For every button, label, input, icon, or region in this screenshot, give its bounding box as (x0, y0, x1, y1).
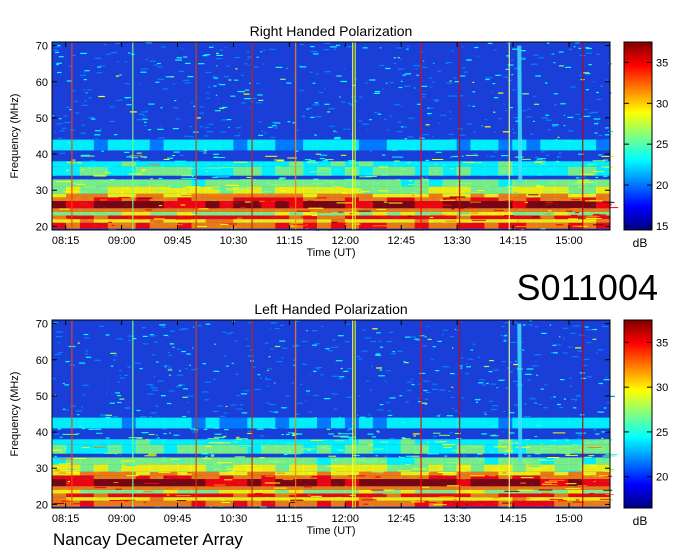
x-tick-label: 09:00 (108, 513, 136, 525)
colorbar (623, 319, 653, 509)
colorbar-unit: dB (633, 514, 648, 528)
colorbar-tick-label: 30 (656, 382, 668, 394)
spectrogram-figure: Right Handed Polarization 20 30 40 50 60 70 08:… (9, 23, 668, 549)
y-tick-label: 40 (36, 149, 48, 161)
colorbar-tick-label: 25 (656, 427, 668, 439)
footer-label: Nancay Decameter Array (53, 530, 243, 549)
x-tick-label: 11:15 (276, 235, 303, 247)
x-tick-label: 10:30 (220, 235, 248, 247)
colorbar-tick-label: 25 (656, 139, 668, 151)
x-axis-label: Time (UT) (306, 247, 355, 259)
left-polarization-panel: Left Handed Polarization 20 30 40 50 60 70 08:1… (9, 301, 668, 537)
y-tick-label: 50 (36, 113, 48, 125)
right-polarization-panel: Right Handed Polarization 20 30 40 50 60 70 08:… (9, 23, 668, 259)
x-tick-label: 09:45 (164, 513, 192, 525)
y-tick-label: 20 (36, 221, 48, 233)
y-tick-label: 60 (36, 77, 48, 89)
x-tick-label: 12:45 (387, 513, 415, 525)
x-tick-label: 09:45 (164, 235, 192, 247)
y-tick-label: 30 (36, 185, 48, 197)
x-tick-label: 08:15 (52, 235, 80, 247)
y-tick-label: 20 (36, 499, 48, 511)
colorbar-tick-label: 30 (656, 98, 668, 110)
x-tick-label: 15:00 (555, 513, 583, 525)
colorbar-tick-label: 20 (656, 180, 668, 192)
x-tick-label: 13:30 (443, 235, 471, 247)
panel-title: Left Handed Polarization (254, 301, 407, 317)
y-tick-label: 60 (36, 355, 48, 367)
x-tick-label: 08:15 (52, 513, 80, 525)
colorbar-tick-label: 20 (656, 472, 668, 484)
x-axis-label: Time (UT) (306, 525, 355, 537)
x-tick-label: 13:30 (443, 513, 471, 525)
x-tick-label: 15:00 (555, 235, 583, 247)
y-tick-label: 30 (36, 463, 48, 475)
colorbar (623, 41, 653, 231)
y-tick-label: 70 (36, 41, 48, 53)
x-tick-label: 11:15 (276, 513, 303, 525)
x-tick-label: 12:00 (332, 513, 360, 525)
x-tick-label: 14:15 (499, 235, 527, 247)
panel-title: Right Handed Polarization (250, 23, 413, 39)
y-axis-label: Frequency (MHz) (9, 94, 21, 179)
x-tick-label: 10:30 (220, 513, 248, 525)
colorbar-tick-label: 15 (656, 221, 668, 233)
colorbar-tick-label: 35 (656, 57, 668, 69)
x-tick-label: 12:00 (332, 235, 360, 247)
y-tick-label: 70 (36, 319, 48, 331)
y-tick-label: 40 (36, 427, 48, 439)
y-axis-label: Frequency (MHz) (9, 372, 21, 457)
y-tick-label: 50 (36, 391, 48, 403)
station-id: S011004 (517, 267, 658, 308)
colorbar-unit: dB (633, 236, 648, 250)
x-tick-label: 09:00 (108, 235, 136, 247)
x-tick-label: 14:15 (499, 513, 527, 525)
colorbar-tick-label: 35 (656, 337, 668, 349)
x-tick-label: 12:45 (387, 235, 415, 247)
